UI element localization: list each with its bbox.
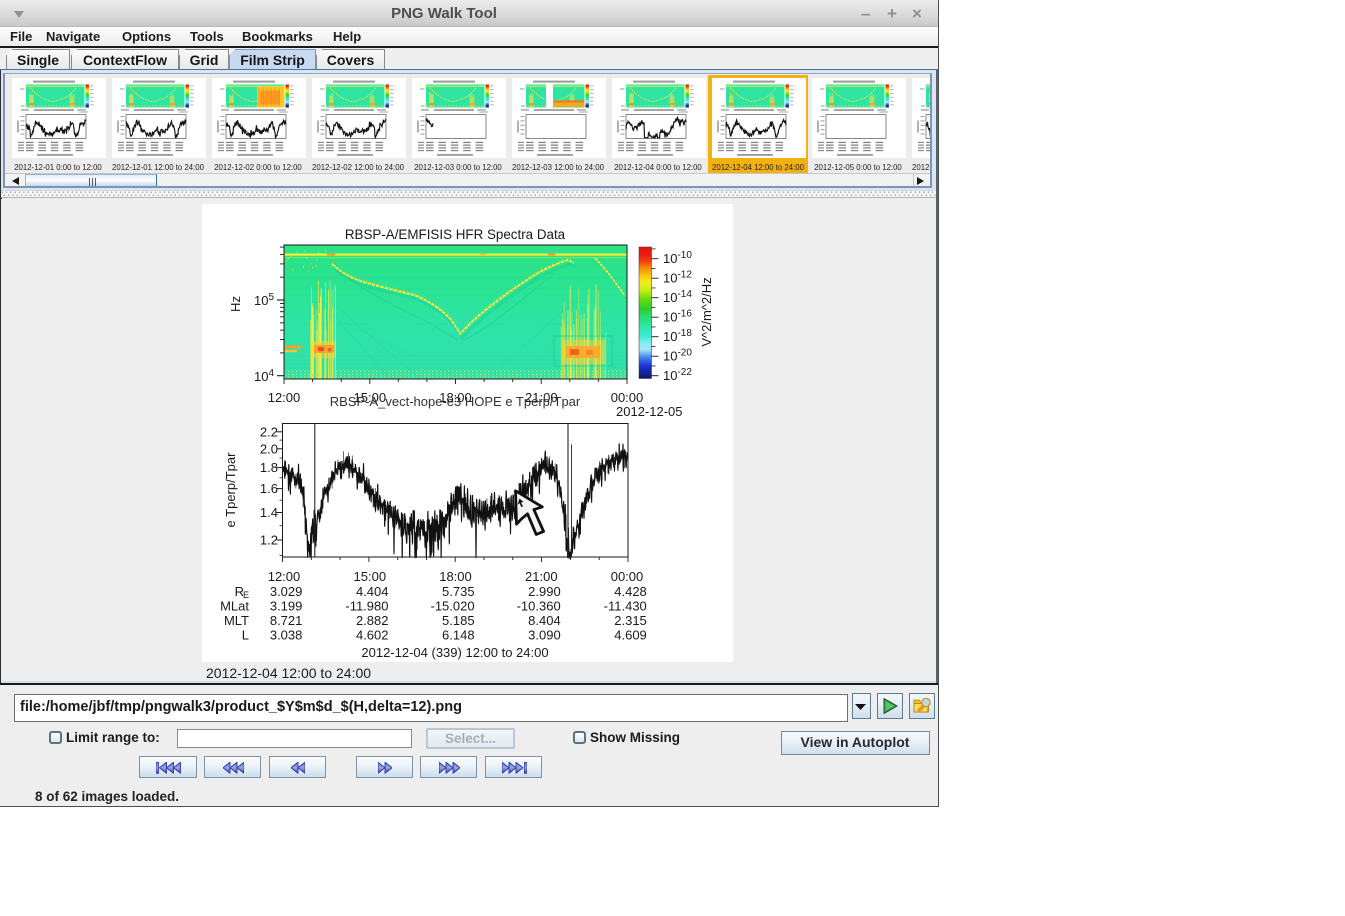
svg-text:105: 105 [254, 292, 274, 308]
svg-text:21:00: 21:00 [525, 569, 558, 584]
svg-text:-10.360: -10.360 [517, 599, 561, 614]
svg-text:2.990: 2.990 [528, 584, 561, 599]
svg-text:10-20: 10-20 [663, 348, 692, 364]
svg-text:L: L [242, 628, 249, 643]
svg-text:10-10: 10-10 [663, 250, 692, 266]
svg-text:2012-12-05: 2012-12-05 [616, 404, 683, 419]
svg-text:2.315: 2.315 [614, 613, 647, 628]
svg-text:10-18: 10-18 [663, 328, 692, 344]
svg-text:2012-12-04 (339) 12:00 to 24:0: 2012-12-04 (339) 12:00 to 24:00 [361, 645, 548, 660]
svg-text:3.090: 3.090 [528, 628, 561, 643]
svg-text:2.882: 2.882 [356, 613, 389, 628]
svg-text:4.404: 4.404 [356, 584, 389, 599]
svg-text:15:00: 15:00 [354, 569, 387, 584]
svg-text:10-22: 10-22 [663, 367, 692, 383]
svg-text:MLT: MLT [224, 613, 249, 628]
svg-text:8.721: 8.721 [270, 613, 303, 628]
svg-text:1.6: 1.6 [260, 481, 278, 496]
svg-text:12:00: 12:00 [268, 390, 301, 405]
svg-text:10-14: 10-14 [663, 289, 692, 305]
svg-text:1.8: 1.8 [260, 460, 278, 475]
svg-text:5.735: 5.735 [442, 584, 475, 599]
svg-text:e Tperp/Tpar: e Tperp/Tpar [223, 452, 238, 528]
svg-text:8.404: 8.404 [528, 613, 561, 628]
svg-text:4.602: 4.602 [356, 628, 389, 643]
svg-text:10-12: 10-12 [663, 270, 692, 286]
svg-text:10-16: 10-16 [663, 309, 692, 325]
svg-text:MLat: MLat [220, 599, 249, 614]
svg-text:3.038: 3.038 [270, 628, 303, 643]
svg-text:6.148: 6.148 [442, 628, 475, 643]
svg-text:4.428: 4.428 [614, 584, 647, 599]
svg-text:1.2: 1.2 [260, 533, 278, 548]
svg-text:2.2: 2.2 [260, 424, 278, 439]
svg-text:2.0: 2.0 [260, 441, 278, 456]
svg-text:3.199: 3.199 [270, 599, 303, 614]
svg-text:4.609: 4.609 [614, 628, 647, 643]
svg-text:-11.430: -11.430 [604, 599, 647, 614]
svg-text:Hz: Hz [228, 296, 243, 312]
svg-text:RBSP-A_vect-hope-e3 HOPE e Tp: RBSP-A_vect-hope-e3 HOPE e Tperp/Tpar [330, 394, 581, 409]
svg-text:5.185: 5.185 [442, 613, 475, 628]
svg-text:18:00: 18:00 [439, 569, 472, 584]
svg-text:00:00: 00:00 [611, 569, 644, 584]
svg-text:1.4: 1.4 [260, 505, 278, 520]
svg-text:-11.980: -11.980 [345, 599, 388, 614]
svg-text:V^2/m^2/Hz: V^2/m^2/Hz [699, 277, 714, 346]
svg-text:104: 104 [254, 368, 274, 384]
svg-text:00:00: 00:00 [611, 390, 644, 405]
svg-text:12:00: 12:00 [268, 569, 301, 584]
svg-text:RBSP-A/EMFISIS HFR Spectra Da: RBSP-A/EMFISIS HFR Spectra Data [345, 227, 566, 242]
svg-text:-15.020: -15.020 [431, 599, 475, 614]
svg-text:3.029: 3.029 [270, 584, 303, 599]
